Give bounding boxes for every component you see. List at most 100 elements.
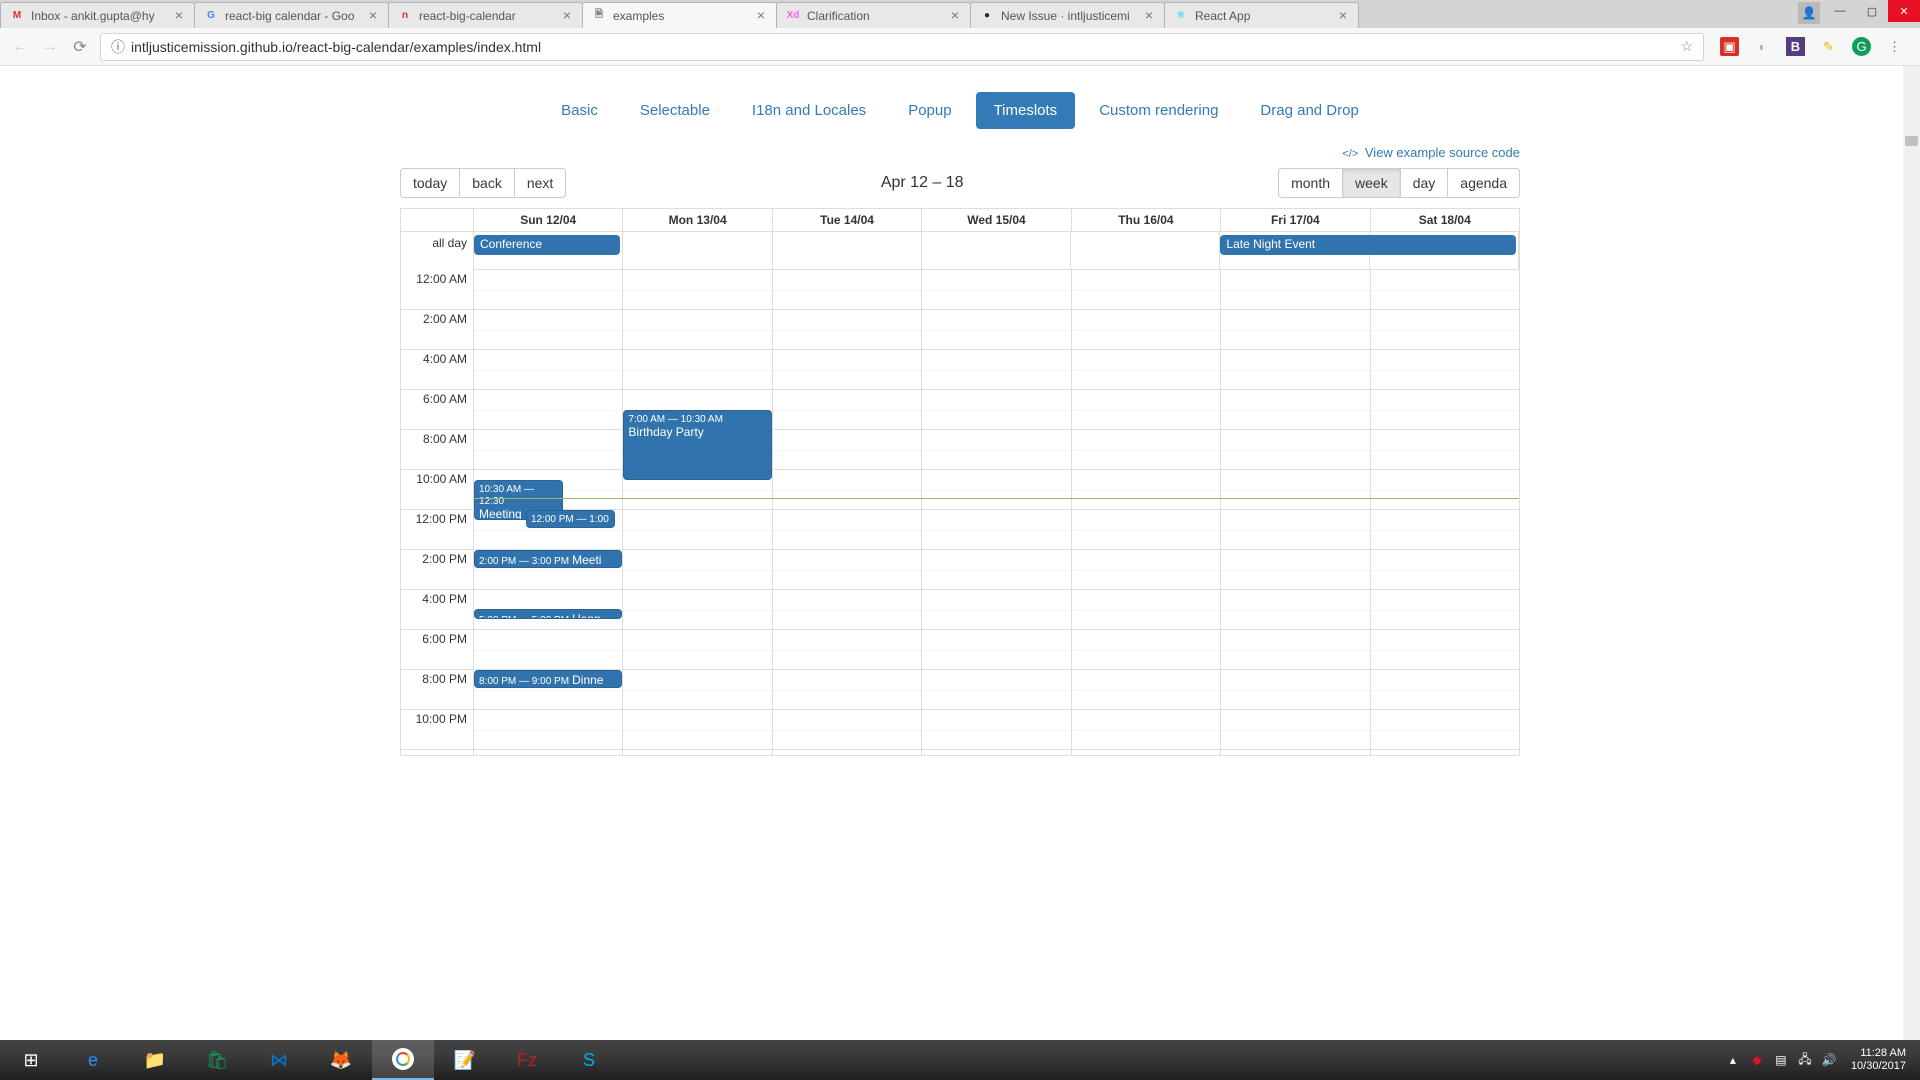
allday-cell[interactable] xyxy=(922,232,1071,269)
browser-tab[interactable]: ●New Issue · intljusticemi× xyxy=(970,2,1165,28)
calendar-day-button[interactable]: day xyxy=(1400,168,1449,198)
close-window-button[interactable]: ✕ xyxy=(1888,0,1920,22)
nav-pill-timeslots[interactable]: Timeslots xyxy=(976,92,1076,129)
scrollbar-thumb[interactable] xyxy=(1905,136,1918,146)
calendar-back-button[interactable]: back xyxy=(459,168,515,198)
maximize-button[interactable]: ▢ xyxy=(1856,0,1888,22)
nav-pill-i18n-and-locales[interactable]: I18n and Locales xyxy=(734,92,884,129)
tab-close-icon[interactable]: × xyxy=(560,9,574,23)
url-text: intljusticemission.github.io/react-big-c… xyxy=(131,39,541,55)
taskbar-app-button[interactable]: 🛍 xyxy=(186,1040,248,1080)
day-header: Mon 13/04 xyxy=(623,209,772,232)
tab-close-icon[interactable]: × xyxy=(1142,9,1156,23)
nav-pill-selectable[interactable]: Selectable xyxy=(622,92,728,129)
timed-event[interactable]: 8:00 PM — 9:00 PM Dinne xyxy=(474,670,622,688)
scrollbar[interactable] xyxy=(1903,66,1920,1040)
bookmark-star-icon[interactable]: ☆ xyxy=(1680,38,1693,55)
site-info-icon[interactable]: ⓘ xyxy=(111,37,125,57)
view-source-link[interactable]: </> View example source code xyxy=(1342,145,1520,160)
back-button[interactable]: ← xyxy=(10,37,30,57)
tray-network-icon[interactable]: 🖧 xyxy=(1797,1052,1813,1068)
gutter-header xyxy=(401,209,474,232)
taskbar-app-button[interactable]: 📁 xyxy=(124,1040,186,1080)
allday-cell[interactable] xyxy=(773,232,922,269)
timed-event[interactable]: 12:00 PM — 1:00 xyxy=(526,510,615,528)
nav-pill-popup[interactable]: Popup xyxy=(890,92,969,129)
nav-pill-drag-and-drop[interactable]: Drag and Drop xyxy=(1242,92,1376,129)
calendar-today-button[interactable]: today xyxy=(400,168,460,198)
tab-title: React App xyxy=(1195,9,1336,23)
day-column[interactable] xyxy=(1221,270,1370,755)
calendar-next-button[interactable]: next xyxy=(514,168,566,198)
taskbar-app-button[interactable]: ⊞ xyxy=(0,1040,62,1080)
extension-icon[interactable]: ✎ xyxy=(1819,37,1838,56)
extension-icon[interactable]: ▣ xyxy=(1720,37,1739,56)
reload-button[interactable]: ⟳ xyxy=(70,37,90,57)
day-column[interactable] xyxy=(922,270,1071,755)
timed-event[interactable]: 7:00 AM — 10:30 AMBirthday Party xyxy=(623,410,771,480)
day-column[interactable] xyxy=(1072,270,1221,755)
taskbar-app-button[interactable]: Fz xyxy=(496,1040,558,1080)
allday-cell[interactable] xyxy=(623,232,772,269)
tray-volume-icon[interactable]: 🔊 xyxy=(1821,1052,1837,1068)
tab-close-icon[interactable]: × xyxy=(366,9,380,23)
chrome-user-icon[interactable]: 👤 xyxy=(1798,2,1820,24)
calendar-week-button[interactable]: week xyxy=(1342,168,1401,198)
browser-tab[interactable]: XdClarification× xyxy=(776,2,971,28)
day-column[interactable] xyxy=(1371,270,1519,755)
extension-icon[interactable]: G xyxy=(1852,37,1871,56)
tab-close-icon[interactable]: × xyxy=(1336,9,1350,23)
example-nav-pills: BasicSelectableI18n and LocalesPopupTime… xyxy=(0,66,1920,145)
chrome-menu-icon[interactable]: ⋮ xyxy=(1885,37,1904,56)
day-columns: 10:30 AM — 12:30Meeting12:00 PM — 1:002:… xyxy=(474,270,1519,755)
day-column[interactable]: 10:30 AM — 12:30Meeting12:00 PM — 1:002:… xyxy=(474,270,623,755)
allday-cells[interactable]: Conference Late Night Event xyxy=(474,232,1519,270)
browser-tab[interactable]: Greact-big calendar - Goo× xyxy=(194,2,389,28)
browser-tab[interactable]: MInbox - ankit.gupta@hy× xyxy=(0,2,195,28)
allday-cell[interactable] xyxy=(1071,232,1220,269)
time-slot-label: 10:00 AM xyxy=(401,470,473,510)
tray-chevron-icon[interactable]: ▴ xyxy=(1725,1052,1741,1068)
minimize-button[interactable]: — xyxy=(1824,0,1856,22)
calendar-agenda-button[interactable]: agenda xyxy=(1447,168,1520,198)
timed-event[interactable]: 5:00 PM — 5:30 PM Happ xyxy=(474,609,622,619)
url-input[interactable]: ⓘ intljusticemission.github.io/react-big… xyxy=(100,33,1704,61)
nav-pill-custom-rendering[interactable]: Custom rendering xyxy=(1081,92,1236,129)
taskbar-app-button[interactable] xyxy=(372,1040,434,1080)
browser-tab[interactable]: 🗎examples× xyxy=(582,2,777,28)
allday-event[interactable]: Conference xyxy=(474,235,620,255)
source-link-row: </> View example source code xyxy=(400,145,1520,160)
timed-event[interactable]: 2:00 PM — 3:00 PM Meeti xyxy=(474,550,622,568)
taskbar-app-button[interactable]: e xyxy=(62,1040,124,1080)
allday-event[interactable]: Late Night Event xyxy=(1220,235,1515,255)
time-slot-label: 6:00 AM xyxy=(401,390,473,430)
tab-favicon: G xyxy=(203,8,219,24)
time-gutter: 12:00 AM2:00 AM4:00 AM6:00 AM8:00 AM10:0… xyxy=(401,270,474,755)
taskbar-app-button[interactable]: 📝 xyxy=(434,1040,496,1080)
extension-icon[interactable]: ◐ xyxy=(1753,37,1772,56)
tab-close-icon[interactable]: × xyxy=(948,9,962,23)
calendar-month-button[interactable]: month xyxy=(1278,168,1343,198)
taskbar-clock[interactable]: 11:28 AM 10/30/2017 xyxy=(1845,1047,1912,1073)
extension-icon[interactable]: B xyxy=(1786,37,1805,56)
taskbar-app-button[interactable]: ⋈ xyxy=(248,1040,310,1080)
day-column[interactable] xyxy=(773,270,922,755)
tab-close-icon[interactable]: × xyxy=(172,9,186,23)
taskbar-app-button[interactable]: 🦊 xyxy=(310,1040,372,1080)
day-column[interactable]: 7:00 AM — 10:30 AMBirthday Party xyxy=(623,270,772,755)
allday-row: all day ConferenceLate Night Event xyxy=(401,232,1519,270)
tab-title: Clarification xyxy=(807,9,948,23)
time-slot-label: 8:00 AM xyxy=(401,430,473,470)
forward-button[interactable]: → xyxy=(40,37,60,57)
calendar-header-row: Sun 12/04Mon 13/04Tue 14/04Wed 15/04Thu … xyxy=(401,209,1519,232)
day-header: Fri 17/04 xyxy=(1221,209,1370,232)
nav-pill-basic[interactable]: Basic xyxy=(543,92,616,129)
tab-close-icon[interactable]: × xyxy=(754,9,768,23)
tab-title: Inbox - ankit.gupta@hy xyxy=(31,9,172,23)
browser-tab[interactable]: nreact-big-calendar× xyxy=(388,2,583,28)
tray-icon[interactable]: ◆ xyxy=(1749,1052,1765,1068)
tray-icon[interactable]: ▤ xyxy=(1773,1052,1789,1068)
browser-tab[interactable]: ⚛React App× xyxy=(1164,2,1359,28)
current-time-indicator xyxy=(474,498,1519,499)
taskbar-app-button[interactable]: S xyxy=(558,1040,620,1080)
